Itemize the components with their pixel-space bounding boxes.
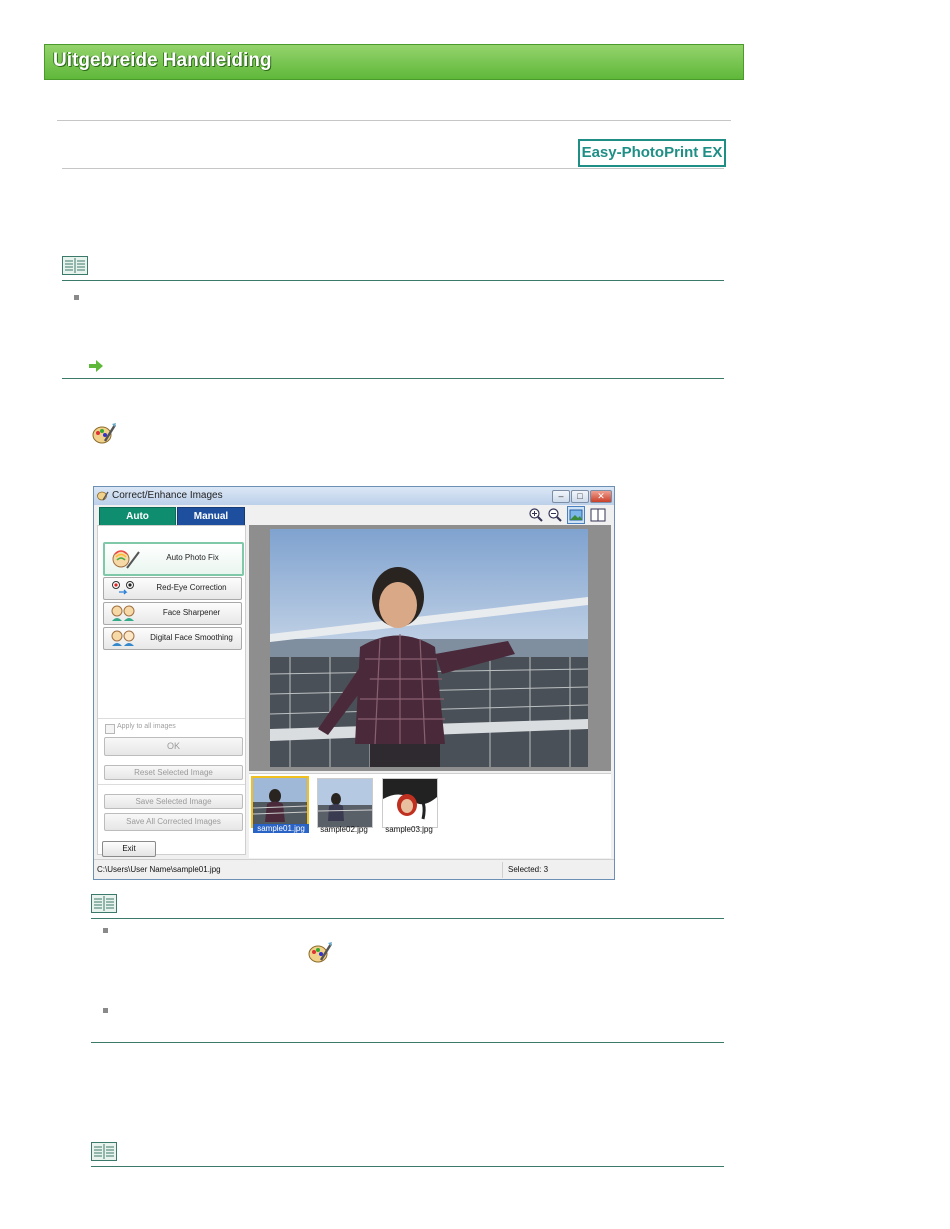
window-title: Correct/Enhance Images xyxy=(112,490,223,501)
reset-selected-image-button[interactable]: Reset Selected Image xyxy=(104,765,243,780)
book-icon-3 xyxy=(91,1142,117,1161)
auto-photo-fix-label: Auto Photo Fix xyxy=(166,553,219,562)
apply-all-label: Apply to all images xyxy=(117,723,176,730)
note2-top-divider xyxy=(91,918,724,919)
face-sharpener-icon xyxy=(111,605,135,621)
status-path: C:\Users\User Name\sample01.jpg xyxy=(97,865,221,874)
arrow-right-icon[interactable] xyxy=(89,360,103,372)
thumbnail-label-1: sample01.jpg xyxy=(253,824,309,833)
correct-enhance-icon-inline xyxy=(308,942,333,963)
zoom-out-icon[interactable] xyxy=(547,507,563,523)
manual-banner: Uitgebreide Handleiding xyxy=(44,44,744,80)
thumbnail-image-3 xyxy=(383,779,437,827)
thumbnail-label-3: sample03.jpg xyxy=(385,825,433,834)
correct-enhance-window: Correct/Enhance Images – □ ✕ Auto Manual… xyxy=(93,486,615,880)
digital-face-smoothing-label: Digital Face Smoothing xyxy=(150,633,233,642)
product-badge: Easy-PhotoPrint EX xyxy=(578,139,726,167)
thumbnail-sample01[interactable] xyxy=(251,776,309,828)
panel-divider xyxy=(98,718,245,719)
book-icon xyxy=(62,256,88,275)
face-smoothing-icon xyxy=(111,630,135,646)
correct-enhance-icon xyxy=(92,423,117,444)
thumbnail-image-1 xyxy=(253,778,307,826)
preview-area xyxy=(249,525,611,771)
whole-image-view-icon[interactable] xyxy=(567,506,585,524)
thumbnail-label-2: sample02.jpg xyxy=(320,825,368,834)
panel-divider-2 xyxy=(98,784,245,785)
close-button[interactable]: ✕ xyxy=(590,490,612,503)
save-selected-image-button[interactable]: Save Selected Image xyxy=(104,794,243,809)
red-eye-correction-button[interactable]: Red-Eye Correction xyxy=(103,577,242,600)
auto-panel: Auto Photo Fix Red-Eye Correction Face S… xyxy=(97,525,246,855)
bullet-marker-2 xyxy=(103,928,108,933)
tab-manual[interactable]: Manual xyxy=(177,507,245,527)
maximize-button[interactable]: □ xyxy=(571,490,589,503)
bullet-marker xyxy=(74,295,79,300)
save-all-corrected-images-button[interactable]: Save All Corrected Images xyxy=(104,813,243,831)
note2-bottom-divider xyxy=(91,1042,724,1043)
banner-title: Uitgebreide Handleiding xyxy=(53,50,272,71)
top-divider xyxy=(57,120,731,121)
red-eye-icon xyxy=(112,581,134,595)
status-separator xyxy=(502,862,503,878)
thumbnail-image-2 xyxy=(318,779,372,827)
bullet-marker-3 xyxy=(103,1008,108,1013)
exit-button[interactable]: Exit xyxy=(102,841,156,857)
status-selected: Selected: 3 xyxy=(508,865,549,874)
status-bar: C:\Users\User Name\sample01.jpg Selected… xyxy=(94,859,614,879)
note-top-divider xyxy=(62,280,724,281)
thumbnail-sample02[interactable] xyxy=(317,778,373,828)
digital-face-smoothing-button[interactable]: Digital Face Smoothing xyxy=(103,627,242,650)
badge-divider xyxy=(62,168,724,169)
face-sharpener-label: Face Sharpener xyxy=(162,608,221,617)
note-bottom-divider xyxy=(62,378,724,379)
auto-photo-fix-icon xyxy=(112,550,140,569)
note3-top-divider xyxy=(91,1166,724,1167)
window-titlebar: Correct/Enhance Images – □ ✕ xyxy=(94,487,614,505)
thumbnail-strip: sample01.jpg sample02.jpg sample03.jpg xyxy=(249,773,611,858)
ok-button[interactable]: OK xyxy=(104,737,243,756)
apply-all-checkbox[interactable] xyxy=(105,724,115,734)
book-icon-2 xyxy=(91,894,117,913)
app-icon xyxy=(97,491,109,501)
auto-photo-fix-button[interactable]: Auto Photo Fix xyxy=(103,542,244,576)
compare-view-icon[interactable] xyxy=(590,507,606,523)
tab-auto[interactable]: Auto xyxy=(99,507,176,527)
thumbnail-sample03[interactable] xyxy=(382,778,438,828)
preview-image xyxy=(270,529,588,767)
face-sharpener-button[interactable]: Face Sharpener xyxy=(103,602,242,625)
zoom-in-icon[interactable] xyxy=(528,507,544,523)
minimize-button[interactable]: – xyxy=(552,490,570,503)
red-eye-correction-label: Red-Eye Correction xyxy=(156,583,227,592)
